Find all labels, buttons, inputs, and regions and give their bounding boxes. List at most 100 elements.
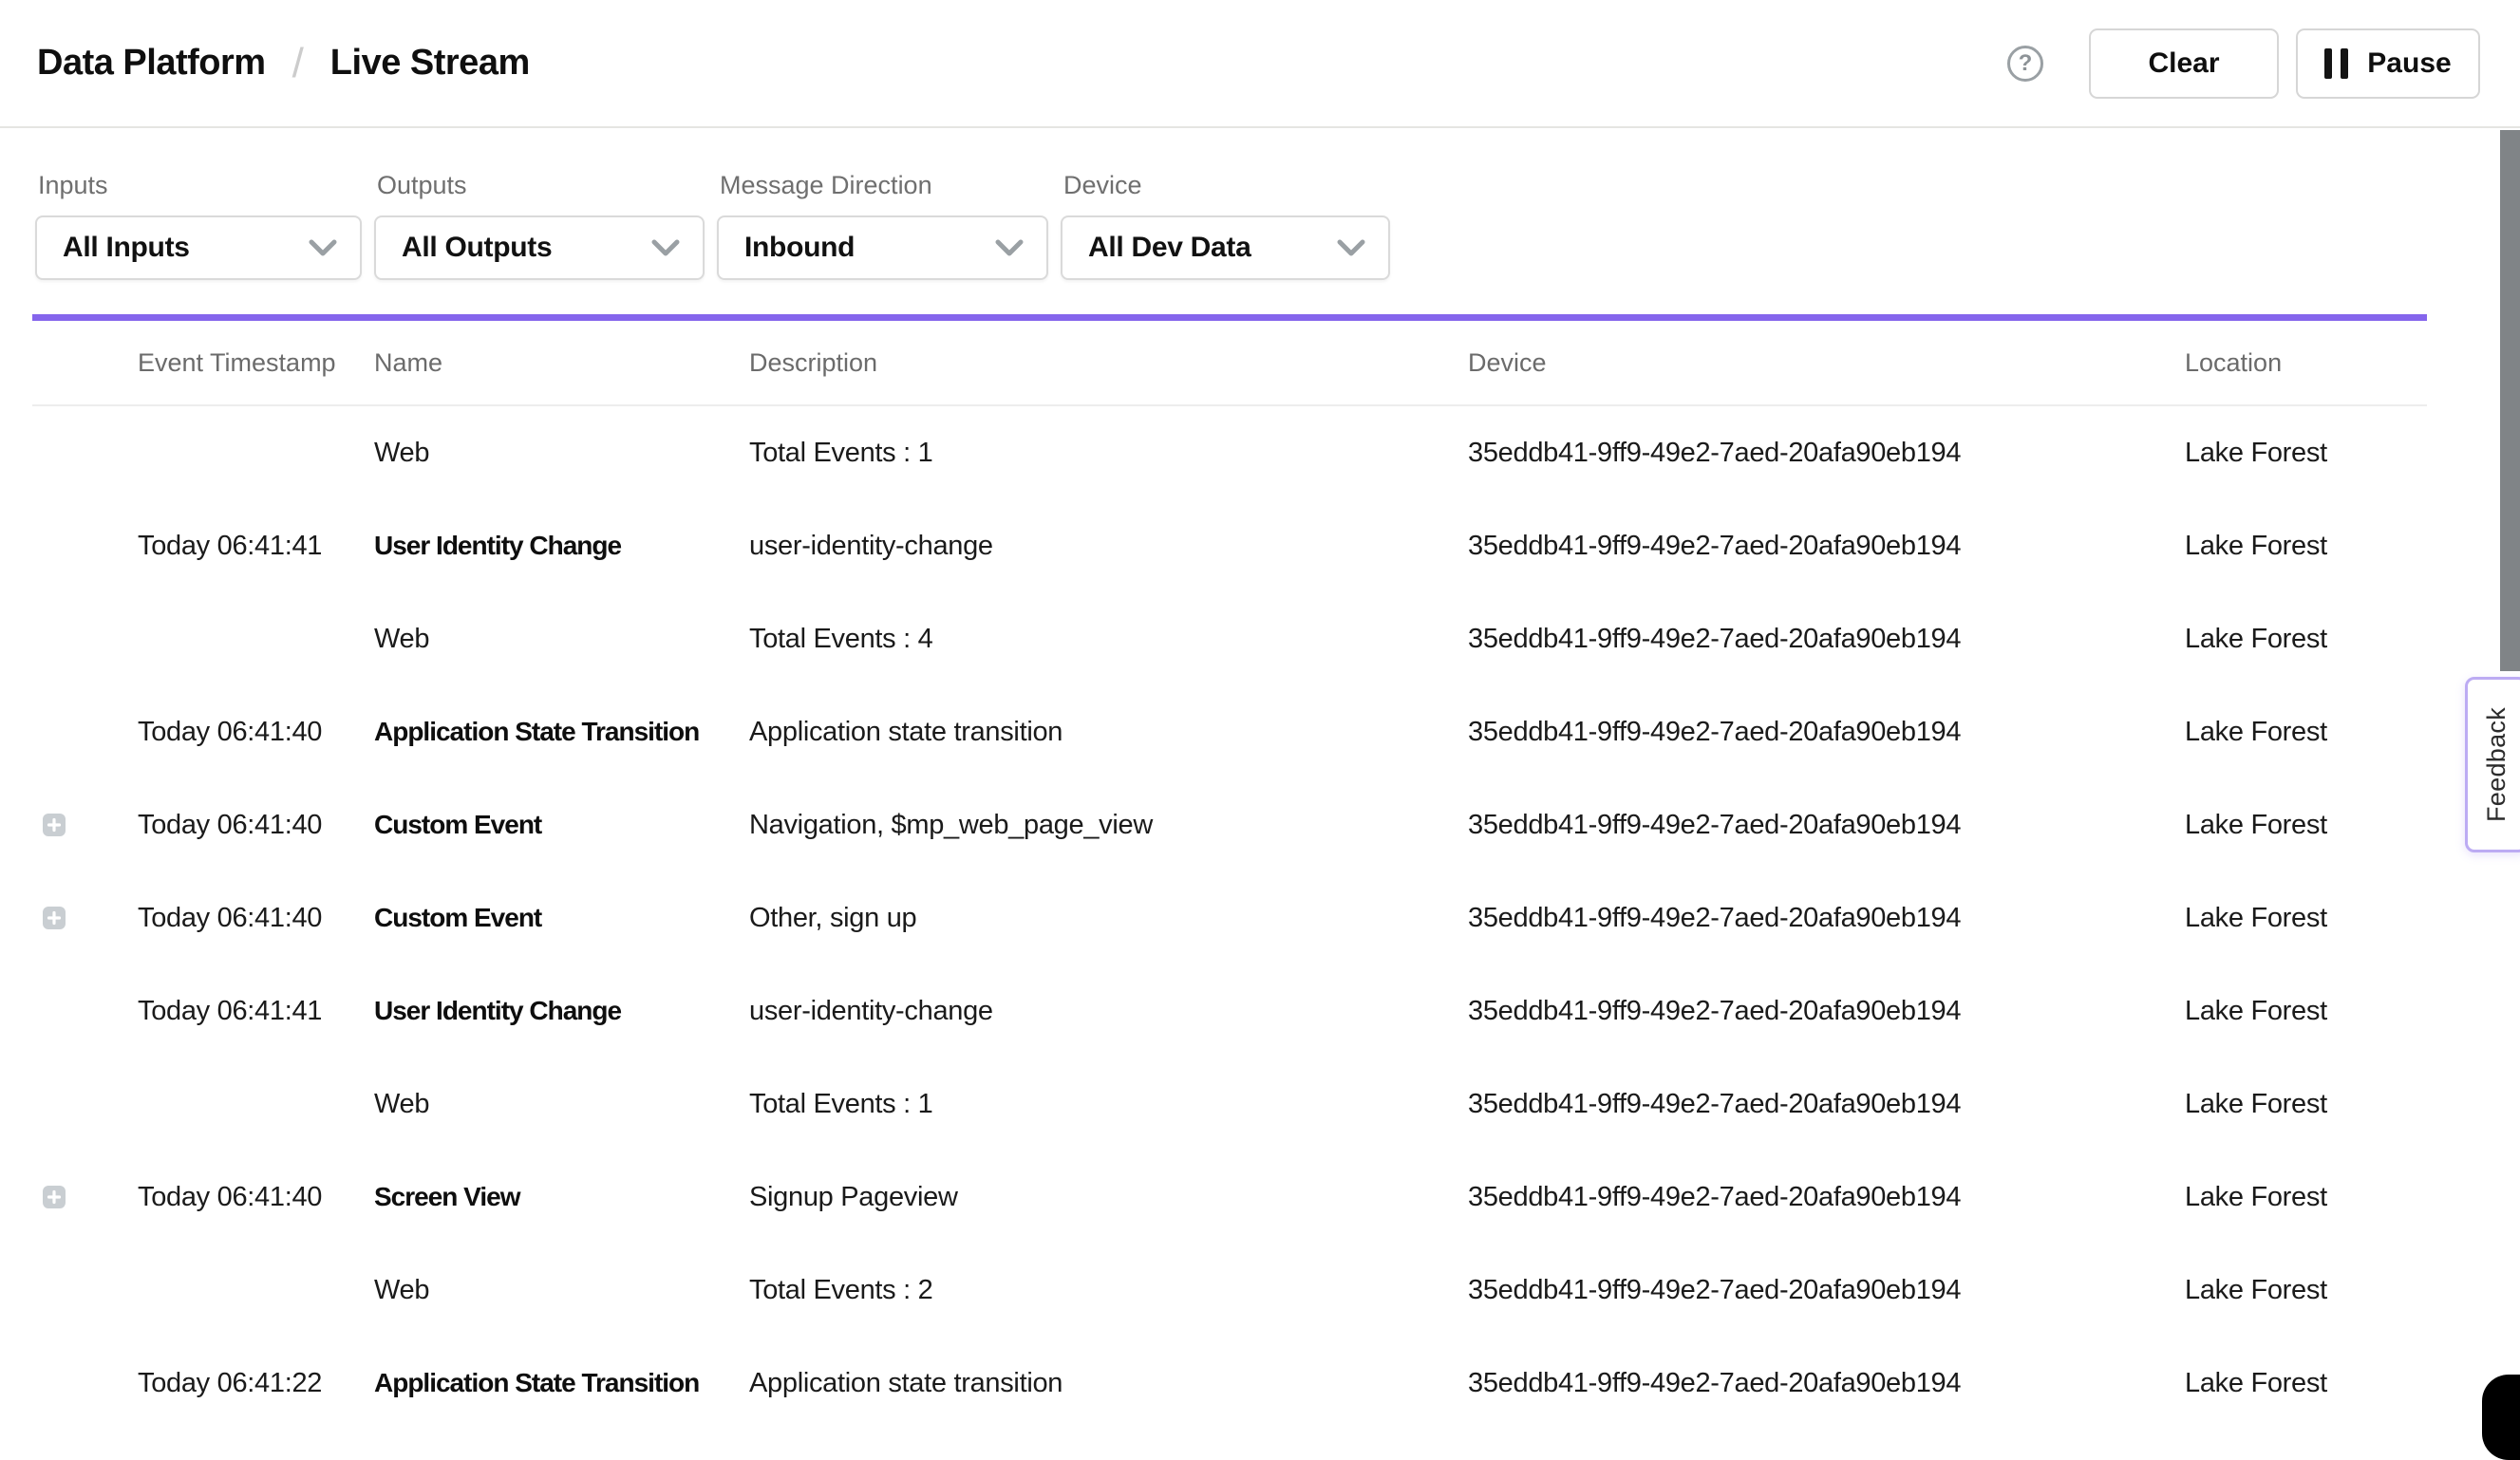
breadcrumb-separator: / <box>292 40 304 87</box>
cell-description: Total Events : 2 <box>749 1275 1468 1306</box>
chevron-down-icon <box>651 239 680 257</box>
cell-description: Total Events : 1 <box>749 1089 1468 1120</box>
cell-expander <box>32 1186 138 1208</box>
cell-device: 35eddb41-9ff9-49e2-7aed-20afa90eb194 <box>1468 624 2185 655</box>
cell-description: user-identity-change <box>749 996 1468 1027</box>
device-dropdown[interactable]: All Dev Data <box>1061 215 1390 280</box>
chat-bubble[interactable] <box>2482 1375 2520 1460</box>
column-header-description: Description <box>749 348 1468 378</box>
vertical-scrollbar-thumb[interactable] <box>2500 130 2520 671</box>
cell-name: User Identity Change <box>374 996 749 1026</box>
cell-location: Lake Forest <box>2185 624 2427 655</box>
cell-description: Navigation, $mp_web_page_view <box>749 810 1468 841</box>
cell-device: 35eddb41-9ff9-49e2-7aed-20afa90eb194 <box>1468 810 2185 841</box>
table-row[interactable]: Today 06:41:40 Application State Transit… <box>32 685 2427 778</box>
cell-name: Web <box>374 1275 749 1306</box>
cell-description: Other, sign up <box>749 903 1468 934</box>
cell-location: Lake Forest <box>2185 1089 2427 1120</box>
cell-timestamp: Today 06:41:40 <box>138 1182 374 1213</box>
cell-expander <box>32 1372 138 1394</box>
cell-expander <box>32 1000 138 1022</box>
filter-message-direction: Message Direction Inbound <box>717 171 1048 280</box>
feedback-tab[interactable]: Feedback <box>2465 677 2520 852</box>
filter-outputs: Outputs All Outputs <box>374 171 705 280</box>
cell-name: Custom Event <box>374 810 749 840</box>
cell-name: Screen View <box>374 1182 749 1212</box>
chevron-down-icon <box>1337 239 1365 257</box>
cell-name: Web <box>374 624 749 655</box>
cell-device: 35eddb41-9ff9-49e2-7aed-20afa90eb194 <box>1468 903 2185 934</box>
column-header-timestamp: Event Timestamp <box>138 348 374 378</box>
pause-button[interactable]: Pause <box>2296 28 2480 99</box>
expand-button[interactable] <box>43 1186 66 1208</box>
help-icon[interactable]: ? <box>2007 46 2043 82</box>
filter-device-label: Device <box>1063 171 1390 200</box>
breadcrumb-section[interactable]: Data Platform <box>37 43 266 84</box>
filters-section: Inputs All Inputs Outputs All Outputs Me… <box>0 128 2520 280</box>
table-row[interactable]: Today 06:41:40 Screen View Signup Pagevi… <box>32 1151 2427 1244</box>
cell-location: Lake Forest <box>2185 810 2427 841</box>
cell-timestamp: Today 06:41:40 <box>138 903 374 934</box>
cell-device: 35eddb41-9ff9-49e2-7aed-20afa90eb194 <box>1468 996 2185 1027</box>
header-actions: ? Clear Pause <box>2007 28 2480 99</box>
message-direction-dropdown[interactable]: Inbound <box>717 215 1048 280</box>
cell-device: 35eddb41-9ff9-49e2-7aed-20afa90eb194 <box>1468 1089 2185 1120</box>
outputs-dropdown[interactable]: All Outputs <box>374 215 705 280</box>
table-row[interactable]: Web Total Events : 4 35eddb41-9ff9-49e2-… <box>32 592 2427 685</box>
cell-timestamp: Today 06:41:22 <box>138 1368 374 1399</box>
page-title: Live Stream <box>330 43 530 84</box>
cell-expander <box>32 1279 138 1301</box>
cell-timestamp: Today 06:41:41 <box>138 531 374 562</box>
table-row[interactable]: Web Total Events : 1 35eddb41-9ff9-49e2-… <box>32 1058 2427 1151</box>
table-row[interactable]: Web Total Events : 2 35eddb41-9ff9-49e2-… <box>32 1244 2427 1337</box>
table-row[interactable]: Today 06:41:41 User Identity Change user… <box>32 499 2427 592</box>
cell-expander <box>32 441 138 464</box>
cell-location: Lake Forest <box>2185 717 2427 748</box>
accent-bar <box>32 314 2427 321</box>
cell-expander <box>32 907 138 929</box>
cell-name: Application State Transition <box>374 1368 749 1398</box>
cell-timestamp: Today 06:41:40 <box>138 810 374 841</box>
cell-description: Total Events : 1 <box>749 438 1468 469</box>
table-row[interactable]: Today 06:41:41 User Identity Change user… <box>32 964 2427 1058</box>
feedback-tab-label: Feedback <box>2482 707 2511 822</box>
filter-inputs-label: Inputs <box>38 171 362 200</box>
table-row[interactable]: Today 06:41:40 Custom Event Other, sign … <box>32 871 2427 964</box>
cell-location: Lake Forest <box>2185 531 2427 562</box>
cell-location: Lake Forest <box>2185 903 2427 934</box>
clear-button[interactable]: Clear <box>2089 28 2279 99</box>
cell-location: Lake Forest <box>2185 1182 2427 1213</box>
table-row[interactable]: Today 06:41:22 Application State Transit… <box>32 1337 2427 1430</box>
cell-device: 35eddb41-9ff9-49e2-7aed-20afa90eb194 <box>1468 438 2185 469</box>
plus-icon <box>43 814 66 836</box>
cell-name: Web <box>374 438 749 469</box>
cell-device: 35eddb41-9ff9-49e2-7aed-20afa90eb194 <box>1468 1368 2185 1399</box>
cell-expander <box>32 814 138 836</box>
cell-location: Lake Forest <box>2185 1368 2427 1399</box>
column-header-name: Name <box>374 348 749 378</box>
filter-message-direction-label: Message Direction <box>720 171 1048 200</box>
table-row[interactable]: Web Total Events : 1 35eddb41-9ff9-49e2-… <box>32 406 2427 499</box>
cell-name: Application State Transition <box>374 717 749 747</box>
cell-device: 35eddb41-9ff9-49e2-7aed-20afa90eb194 <box>1468 717 2185 748</box>
plus-icon <box>43 907 66 929</box>
cell-timestamp: Today 06:41:41 <box>138 996 374 1027</box>
expand-button[interactable] <box>43 814 66 836</box>
message-direction-dropdown-value: Inbound <box>744 232 855 264</box>
cell-location: Lake Forest <box>2185 438 2427 469</box>
cell-device: 35eddb41-9ff9-49e2-7aed-20afa90eb194 <box>1468 1275 2185 1306</box>
cell-description: Application state transition <box>749 717 1468 748</box>
cell-location: Lake Forest <box>2185 996 2427 1027</box>
chevron-down-icon <box>309 239 337 257</box>
outputs-dropdown-value: All Outputs <box>402 232 552 264</box>
filter-outputs-label: Outputs <box>377 171 705 200</box>
cell-name: User Identity Change <box>374 531 749 561</box>
plus-icon <box>43 1186 66 1208</box>
cell-device: 35eddb41-9ff9-49e2-7aed-20afa90eb194 <box>1468 531 2185 562</box>
table-row[interactable]: Today 06:41:40 Custom Event Navigation, … <box>32 778 2427 871</box>
cell-expander <box>32 627 138 650</box>
expand-button[interactable] <box>43 907 66 929</box>
inputs-dropdown[interactable]: All Inputs <box>35 215 362 280</box>
filter-device: Device All Dev Data <box>1061 171 1390 280</box>
app-header: Data Platform / Live Stream ? Clear Paus… <box>0 0 2520 128</box>
